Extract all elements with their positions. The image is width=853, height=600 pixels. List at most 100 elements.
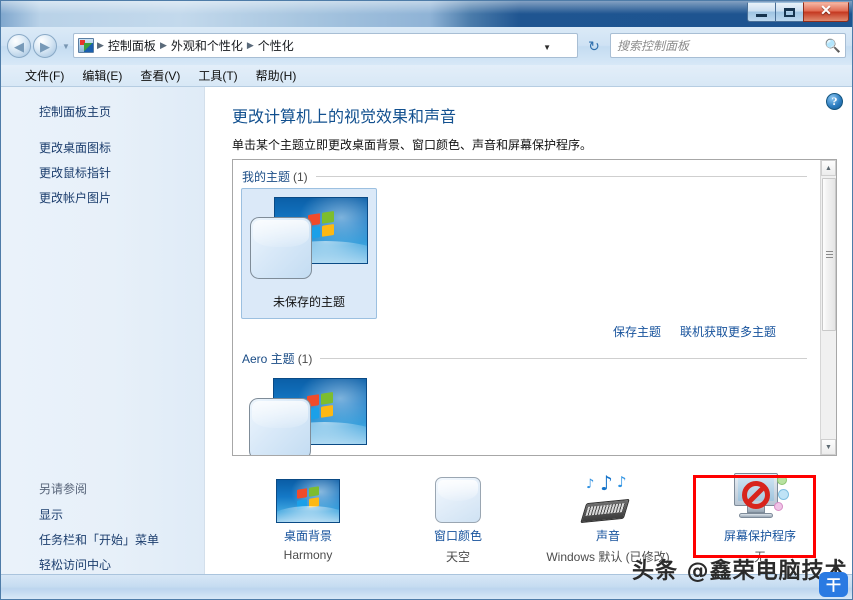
sidebar-item-taskbar-start-menu[interactable]: 任务栏和「开始」菜单: [39, 531, 159, 548]
scrollbar-grip-icon: [825, 251, 833, 258]
breadcrumb-separator-icon: ▶: [97, 40, 104, 50]
keyboard-icon: [580, 498, 630, 524]
windows-logo-icon: [297, 485, 319, 510]
menu-item-file[interactable]: 文件(F): [16, 65, 73, 86]
setting-window-color[interactable]: 窗口颜色 天空: [392, 465, 524, 565]
get-more-themes-online-link[interactable]: 联机获取更多主题: [680, 323, 776, 340]
watermark-logo-icon: 干: [819, 572, 848, 597]
scrollbar-thumb[interactable]: [822, 178, 836, 331]
menu-item-edit[interactable]: 编辑(E): [73, 65, 131, 86]
bubble-icon: [777, 475, 787, 485]
chevron-down-icon[interactable]: ▼: [62, 42, 70, 51]
bubble-icon: [778, 489, 789, 500]
setting-value: Harmony: [283, 548, 333, 562]
back-button[interactable]: ◀: [7, 34, 31, 58]
screensaver-icon: [731, 471, 789, 523]
group-divider: [320, 358, 807, 359]
breadcrumb-separator-icon: ▶: [246, 40, 254, 50]
sidebar-item-control-panel-home[interactable]: 控制面板主页: [39, 103, 111, 120]
scroll-up-button[interactable]: ▲: [821, 160, 836, 176]
icon-container: [392, 465, 524, 523]
glass-window-preview: [249, 398, 311, 455]
breadcrumb-separator-icon: ▶: [159, 40, 167, 50]
close-icon: ✕: [820, 4, 832, 19]
menu-item-help[interactable]: 帮助(H): [247, 65, 306, 86]
forward-arrow-icon: ▶: [40, 38, 50, 54]
music-note-icon: ♪: [600, 471, 613, 495]
setting-sounds[interactable]: ♪ ♪ ♪ 声音 Windows 默认 (已修改): [542, 465, 674, 565]
music-note-icon: ♪: [617, 473, 627, 491]
themes-list: 我的主题 (1) 未保存的主题 保存主题 联机获取更多主题 Aero 主题 (1…: [233, 160, 821, 455]
setting-label[interactable]: 屏幕保护程序: [694, 527, 826, 544]
setting-label[interactable]: 桌面背景: [242, 527, 374, 544]
sidebar-item-ease-of-access-center[interactable]: 轻松访问中心: [39, 556, 111, 573]
page-subtitle: 单击某个主题立即更改桌面背景、窗口颜色、声音和屏幕保护程序。: [232, 138, 593, 152]
setting-label[interactable]: 窗口颜色: [392, 527, 524, 544]
scroll-down-button[interactable]: ▼: [821, 439, 836, 455]
back-arrow-icon: ◀: [14, 38, 24, 54]
window-controls: ✕: [747, 2, 849, 22]
search-input[interactable]: [611, 37, 821, 54]
address-toolbar: ◀ ▶ ▼ ▶ 控制面板 ▶ 外观和个性化 ▶ 个性化 ▼ ↻ 🔍: [0, 27, 853, 65]
setting-value: 天空: [445, 550, 470, 564]
window-body: 控制面板主页 更改桌面图标 更改鼠标指针 更改帐户图片 另请参阅 显示 任务栏和…: [0, 87, 853, 574]
breadcrumb-item-0[interactable]: 控制面板: [105, 37, 159, 54]
maximize-icon: [784, 7, 795, 17]
control-panel-window: ✕ ◀ ▶ ▼ ▶ 控制面板 ▶ 外观和个性化 ▶ 个性化 ▼ ↻ 搜索控制面板…: [0, 0, 853, 600]
theme-tile-unsaved[interactable]: 未保存的主题: [241, 188, 377, 319]
control-panel-icon: [78, 38, 94, 53]
refresh-icon: ↻: [588, 37, 600, 54]
chevron-up-icon: ▲: [825, 164, 832, 172]
icon-container: [694, 465, 826, 523]
watermark-text: 头条 @鑫荣电脑技术: [632, 559, 848, 584]
sidebar: 控制面板主页 更改桌面图标 更改鼠标指针 更改帐户图片 另请参阅 显示 任务栏和…: [1, 87, 205, 574]
menu-item-view[interactable]: 查看(V): [131, 65, 189, 86]
close-button[interactable]: ✕: [803, 2, 849, 22]
sidebar-item-display[interactable]: 显示: [39, 506, 63, 523]
theme-group-name: 我的主题: [242, 170, 291, 184]
help-icon[interactable]: ?: [826, 93, 843, 110]
bubble-icon: [774, 502, 783, 511]
minimize-button[interactable]: [747, 2, 776, 22]
title-bar: ✕: [0, 0, 853, 27]
maximize-button[interactable]: [775, 2, 804, 22]
search-icon: 🔍: [824, 37, 842, 53]
themes-panel: 我的主题 (1) 未保存的主题 保存主题 联机获取更多主题 Aero 主题 (1…: [232, 159, 837, 456]
icon-container: ♪ ♪ ♪: [542, 465, 674, 524]
navigation-arrows: ◀ ▶ ▼: [7, 34, 70, 58]
breadcrumb-item-2[interactable]: 个性化: [255, 37, 297, 54]
refresh-button[interactable]: ↻: [584, 36, 604, 56]
menu-bar: 文件(F) 编辑(E) 查看(V) 工具(T) 帮助(H): [0, 65, 853, 87]
page-title: 更改计算机上的视觉效果和声音: [232, 109, 457, 126]
theme-label: 未保存的主题: [272, 295, 345, 309]
chevron-down-icon: ▼: [825, 443, 832, 451]
breadcrumb-item-1[interactable]: 外观和个性化: [168, 37, 246, 54]
menu-item-tools[interactable]: 工具(T): [189, 65, 246, 86]
see-also-header: 另请参阅: [39, 482, 88, 496]
theme-group-count: (1): [293, 169, 308, 184]
search-box[interactable]: 🔍: [610, 33, 846, 58]
sidebar-item-change-account-picture[interactable]: 更改帐户图片: [39, 189, 111, 206]
save-theme-link[interactable]: 保存主题: [613, 323, 661, 340]
wallpaper-icon: [276, 479, 340, 523]
sidebar-item-change-desktop-icons[interactable]: 更改桌面图标: [39, 139, 111, 156]
music-note-icon: ♪: [586, 477, 595, 492]
theme-group-header-my-themes: 我的主题 (1): [242, 168, 807, 185]
window-color-icon: [435, 477, 481, 523]
themes-scrollbar[interactable]: ▲ ▼: [820, 160, 836, 455]
breadcrumb-dropdown-icon[interactable]: ▼: [543, 43, 551, 52]
glass-window-preview: [250, 217, 312, 279]
theme-tile-aero[interactable]: [241, 370, 377, 455]
main-content: ? 更改计算机上的视觉效果和声音 单击某个主题立即更改桌面背景、窗口颜色、声音和…: [206, 87, 853, 574]
group-divider: [315, 176, 807, 177]
setting-desktop-background[interactable]: 桌面背景 Harmony: [242, 465, 374, 562]
sound-icon: ♪ ♪ ♪: [578, 471, 638, 524]
minimize-icon: [756, 13, 767, 17]
icon-container: [242, 465, 374, 523]
monitor-base: [739, 513, 773, 518]
setting-screen-saver[interactable]: 屏幕保护程序 无: [694, 465, 826, 565]
forward-button[interactable]: ▶: [33, 34, 57, 58]
setting-label[interactable]: 声音: [542, 527, 674, 544]
breadcrumb[interactable]: ▶ 控制面板 ▶ 外观和个性化 ▶ 个性化 ▼: [73, 33, 578, 58]
sidebar-item-change-mouse-pointers[interactable]: 更改鼠标指针: [39, 164, 111, 181]
